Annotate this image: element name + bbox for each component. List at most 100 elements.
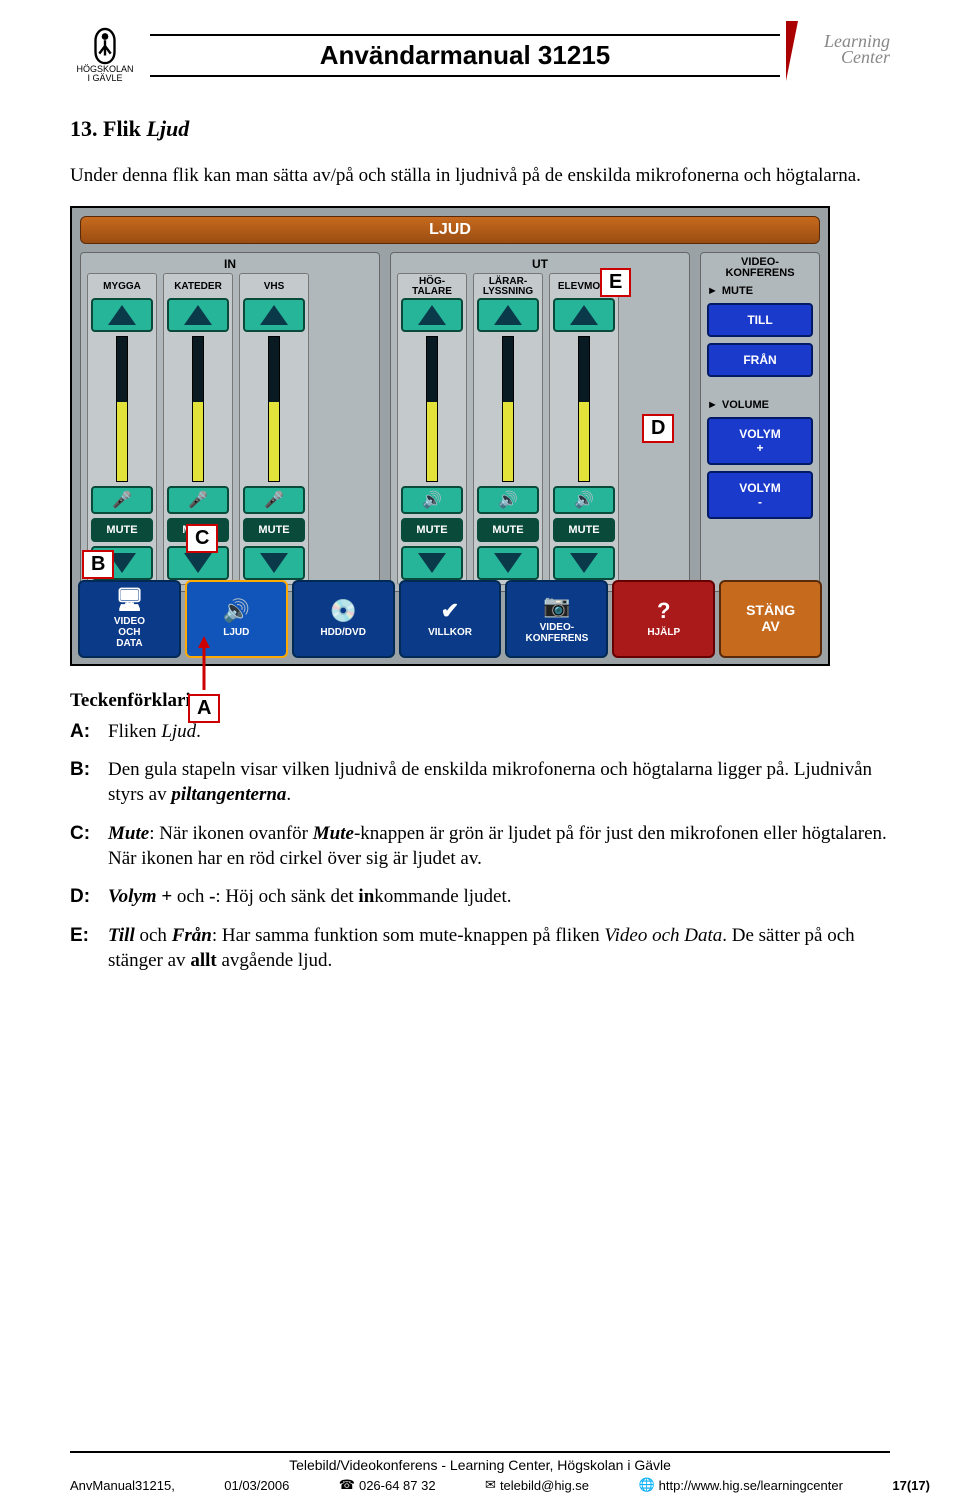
speaker-icon: 🔊 <box>223 599 250 623</box>
footer-line1: Telebild/Videokonferens - Learning Cente… <box>70 1451 890 1473</box>
channel-label: KATEDER <box>174 276 222 298</box>
mute-button[interactable]: MUTE <box>401 518 463 542</box>
level-track <box>578 336 590 482</box>
disc-icon: 💿 <box>329 599 356 623</box>
legend-text: Volym + och -: Höj och sänk det inkomman… <box>108 885 890 910</box>
page-header: HÖGSKOLAN I GÄVLE Användarmanual 31215 L… <box>70 20 890 90</box>
mic-state-icon: 🎤 <box>243 486 305 514</box>
legend-row-E: E:Till och Från: Har samma funktion som … <box>70 924 890 973</box>
channel-label: MYGGA <box>103 276 141 298</box>
mic-state-icon: 🎤 <box>91 486 153 514</box>
logo-text-2: I GÄVLE <box>87 74 122 83</box>
channel-label: VHS <box>264 276 285 298</box>
section-number: 13. <box>70 116 98 141</box>
screenshot-area: LJUD IN MYGGA🎤MUTEKATEDER🎤MUTEVHS🎤MUTE U… <box>70 206 830 666</box>
level-track <box>502 336 514 482</box>
tab-label: VIDEO OCH DATA <box>114 616 145 649</box>
legend-row-D: D: Volym + och -: Höj och sänk det inkomm… <box>70 885 890 910</box>
volym-plus-button[interactable]: VOLYM + <box>707 417 813 465</box>
legend-row-C: C:Mute: När ikonen ovanför Mute-knappen … <box>70 822 890 871</box>
mail-icon: ✉ <box>485 1477 496 1493</box>
tab-label: VILLKOR <box>428 627 472 638</box>
volume-up-button[interactable] <box>401 298 463 332</box>
speaker-state-icon: 🔊 <box>553 486 615 514</box>
callout-A-arrow-icon <box>196 636 212 692</box>
channel-label: HÖG- TALARE <box>412 276 452 298</box>
legend-key: A: <box>70 720 98 745</box>
volume-up-button[interactable] <box>553 298 615 332</box>
tab-label: HJÄLP <box>647 627 680 638</box>
section-title-italic: Ljud <box>146 116 189 141</box>
tab-villkor[interactable]: ✔ VILLKOR <box>399 580 502 658</box>
ljud-panel: LJUD IN MYGGA🎤MUTEKATEDER🎤MUTEVHS🎤MUTE U… <box>70 206 830 666</box>
volume-up-button[interactable] <box>167 298 229 332</box>
footer-date: 01/03/2006 <box>224 1477 289 1493</box>
volume-down-button[interactable] <box>477 546 539 580</box>
tab-hjälp[interactable]: ? HJÄLP <box>612 580 715 658</box>
till-button[interactable]: TILL <box>707 303 813 337</box>
volym-minus-button[interactable]: VOLYM - <box>707 471 813 519</box>
tab-hdd/dvd[interactable]: 💿 HDD/DVD <box>292 580 395 658</box>
section-title-plain: Flik <box>103 116 141 141</box>
intro-paragraph: Under denna flik kan man sätta av/på och… <box>70 164 890 188</box>
legend-text: Mute: När ikonen ovanför Mute-knappen är… <box>108 822 890 871</box>
volume-up-button[interactable] <box>243 298 305 332</box>
legend-key: B: <box>70 758 98 807</box>
footer-phone: ☎ 026-64 87 32 <box>339 1477 436 1493</box>
page-footer: Telebild/Videokonferens - Learning Cente… <box>0 1451 960 1493</box>
tab-stäng[interactable]: STÄNG AV <box>719 580 822 658</box>
channel-elevmon.: ELEVMON.🔊MUTE <box>549 273 619 585</box>
lc-line2: Center <box>790 49 890 65</box>
footer-doc: AnvManual31215, <box>70 1477 175 1493</box>
globe-icon: 🌐 <box>638 1477 654 1493</box>
volume-down-button[interactable] <box>553 546 615 580</box>
camera-icon: 📷 <box>543 594 570 618</box>
hig-logo-icon <box>86 27 124 65</box>
section-heading: 13. Flik Ljud <box>70 116 890 142</box>
volume-up-button[interactable] <box>91 298 153 332</box>
help-icon: ? <box>657 599 670 623</box>
tab-label: HDD/DVD <box>320 627 366 638</box>
volume-label: ► VOLUME <box>707 399 813 411</box>
volume-down-button[interactable] <box>401 546 463 580</box>
level-bar <box>269 402 279 481</box>
phone-icon: ☎ <box>339 1477 355 1493</box>
panel-title: LJUD <box>80 216 820 244</box>
volume-up-button[interactable] <box>477 298 539 332</box>
header-rule: Användarmanual 31215 <box>150 34 780 77</box>
channel-hög--talare: HÖG- TALARE🔊MUTE <box>397 273 467 585</box>
tab-video-[interactable]: 📷 VIDEO- KONFERENS <box>505 580 608 658</box>
tab-video[interactable]: 🖥 VIDEO OCH DATA <box>78 580 181 658</box>
mute-button[interactable]: MUTE <box>91 518 153 542</box>
callout-C: C <box>186 524 218 553</box>
legend-list: A: Fliken Ljud. B:Den gula stapeln visar v… <box>70 720 890 974</box>
tab-label: VIDEO- KONFERENS <box>525 622 588 644</box>
level-bar <box>193 402 203 481</box>
volume-down-button[interactable] <box>243 546 305 580</box>
channel-label: LÄRAR- LYSSNING <box>483 276 533 298</box>
legend-key: D: <box>70 885 98 910</box>
level-track <box>426 336 438 482</box>
fran-button[interactable]: FRÅN <box>707 343 813 377</box>
callout-B: B <box>82 550 114 579</box>
mute-button[interactable]: MUTE <box>243 518 305 542</box>
group-in: IN MYGGA🎤MUTEKATEDER🎤MUTEVHS🎤MUTE <box>80 252 380 592</box>
speaker-state-icon: 🔊 <box>477 486 539 514</box>
mute-button[interactable]: MUTE <box>477 518 539 542</box>
tab-label: LJUD <box>223 627 249 638</box>
legend-text: Den gula stapeln visar vilken ljudnivå d… <box>108 758 890 807</box>
mic-state-icon: 🎤 <box>167 486 229 514</box>
logo-learning-center: Learning Center <box>790 25 890 85</box>
mute-button[interactable]: MUTE <box>553 518 615 542</box>
display-icon: 🖥 <box>115 588 143 612</box>
level-bar <box>117 402 127 481</box>
vk-label-2: KONFERENS <box>725 267 794 279</box>
legend-text: Fliken Ljud. <box>108 720 890 745</box>
legend-text: Till och Från: Har samma funktion som mu… <box>108 924 890 973</box>
legend-row-B: B:Den gula stapeln visar vilken ljudnivå… <box>70 758 890 807</box>
check-icon: ✔ <box>441 599 459 623</box>
level-bar <box>579 402 589 481</box>
callout-D: D <box>642 414 674 443</box>
legend-key: E: <box>70 924 98 973</box>
legend-row-A: A: Fliken Ljud. <box>70 720 890 745</box>
